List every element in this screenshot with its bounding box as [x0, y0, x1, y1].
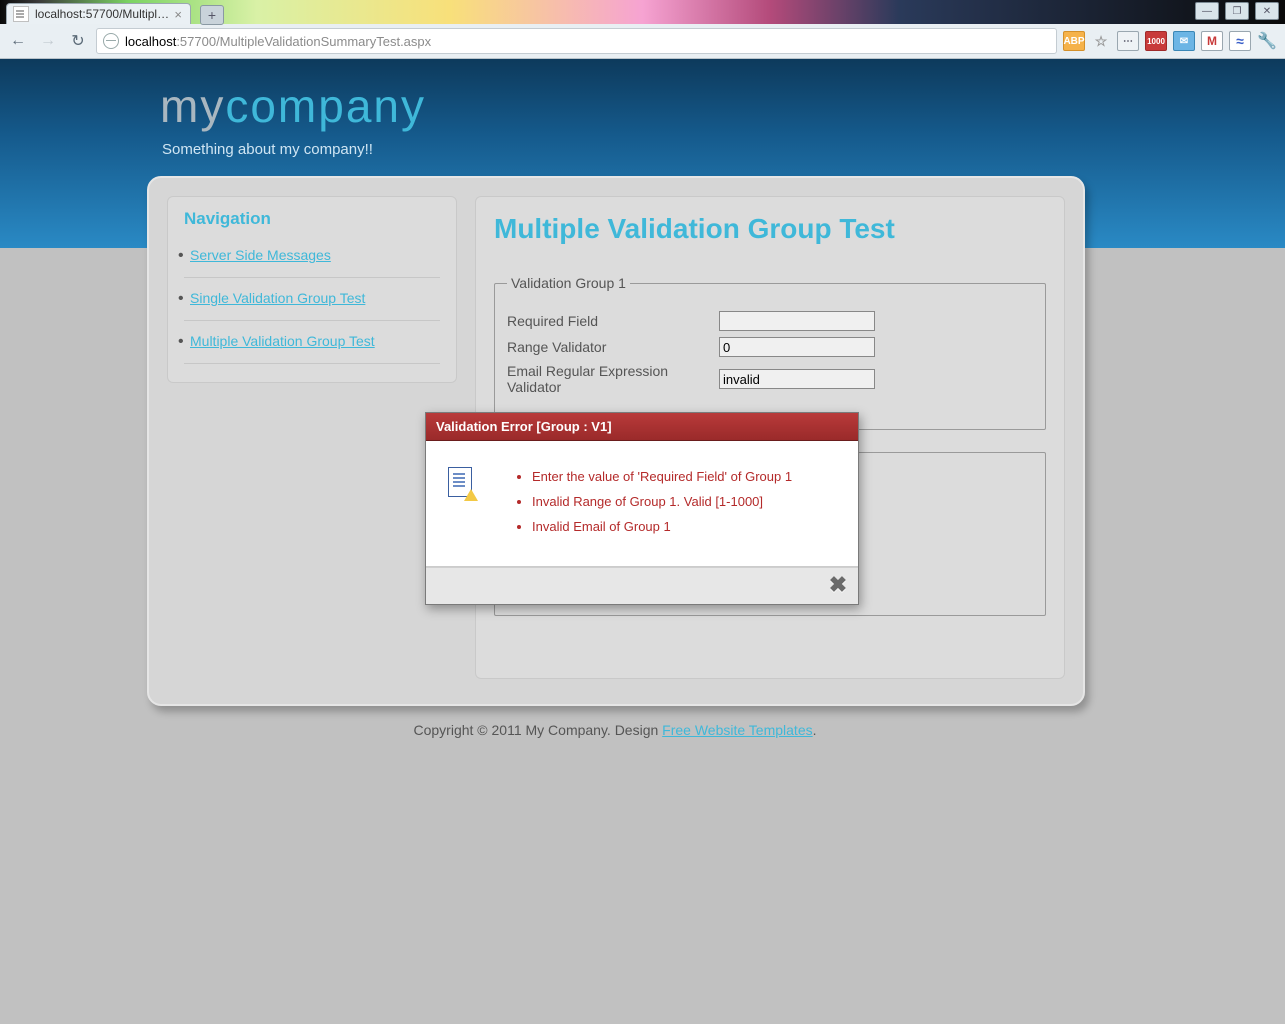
- dialog-footer: ✖: [426, 567, 858, 604]
- footer-text: Copyright © 2011 My Company. Design: [413, 722, 662, 738]
- browser-toolbar: ← → ↻ localhost:57700/MultipleValidation…: [0, 24, 1285, 59]
- new-tab-button[interactable]: +: [200, 5, 224, 25]
- feed-count-icon[interactable]: 1000: [1145, 31, 1167, 51]
- range-validator-input[interactable]: [719, 337, 875, 357]
- dialog-error-list: Enter the value of 'Required Field' of G…: [514, 459, 792, 544]
- group1-legend: Validation Group 1: [507, 275, 630, 291]
- back-button[interactable]: ←: [6, 29, 30, 53]
- dialog-title: Validation Error [Group : V1]: [426, 413, 858, 441]
- tab-close-icon[interactable]: ×: [172, 7, 184, 22]
- sidebar-link-single-group[interactable]: Single Validation Group Test: [190, 290, 365, 306]
- mail-extension-icon[interactable]: ✉: [1173, 31, 1195, 51]
- url-host: localhost: [125, 34, 176, 49]
- sidebar-item: Multiple Validation Group Test: [184, 321, 440, 364]
- required-field-input[interactable]: [719, 311, 875, 331]
- wrench-menu-icon[interactable]: 🔧: [1257, 32, 1277, 50]
- sidebar-link-server-side[interactable]: Server Side Messages: [190, 247, 331, 263]
- brand-part2: company: [225, 80, 426, 132]
- brand-part1: my: [160, 80, 225, 132]
- sidebar-item: Single Validation Group Test: [184, 278, 440, 321]
- dialog-close-button[interactable]: ✖: [826, 573, 850, 597]
- validation-group-1: Validation Group 1 Required Field Range …: [494, 275, 1046, 430]
- extension-icon[interactable]: ⋯: [1117, 31, 1139, 51]
- page-footer: Copyright © 2011 My Company. Design Free…: [0, 722, 1230, 738]
- required-field-label: Required Field: [507, 313, 719, 329]
- brand-tagline: Something about my company!!: [162, 141, 373, 158]
- reload-button[interactable]: ↻: [66, 29, 90, 53]
- dialog-error-item: Invalid Email of Group 1: [532, 519, 792, 534]
- window-controls: — ❐ ✕: [1195, 2, 1279, 20]
- address-bar[interactable]: localhost:57700/MultipleValidationSummar…: [96, 28, 1057, 54]
- dialog-error-item: Invalid Range of Group 1. Valid [1-1000]: [532, 494, 792, 509]
- window-minimize-button[interactable]: —: [1195, 2, 1219, 20]
- bookmark-star-icon[interactable]: ☆: [1091, 32, 1111, 50]
- wave-extension-icon[interactable]: ≈: [1229, 31, 1251, 51]
- range-validator-label: Range Validator: [507, 339, 719, 355]
- extension-area: ABP ☆ ⋯ 1000 ✉ M ≈ 🔧: [1063, 31, 1279, 51]
- url-path: :57700/MultipleValidationSummaryTest.asp…: [176, 34, 431, 49]
- email-validator-input[interactable]: [719, 369, 875, 389]
- page-title: Multiple Validation Group Test: [494, 213, 1046, 245]
- gmail-extension-icon[interactable]: M: [1201, 31, 1223, 51]
- abp-extension-icon[interactable]: ABP: [1063, 31, 1085, 51]
- window-close-button[interactable]: ✕: [1255, 2, 1279, 20]
- tab-title: localhost:57700/MultipleVal...: [35, 7, 172, 21]
- footer-suffix: .: [813, 722, 817, 738]
- page-favicon-icon: [13, 6, 29, 22]
- window-tab-strip: localhost:57700/MultipleVal... × + — ❐ ✕: [0, 0, 1285, 24]
- validation-error-icon: [448, 467, 474, 497]
- sidebar-item: Server Side Messages: [184, 235, 440, 278]
- email-validator-label: Email Regular Expression Validator: [507, 363, 719, 395]
- sidebar-title: Navigation: [184, 209, 440, 229]
- window-maximize-button[interactable]: ❐: [1225, 2, 1249, 20]
- forward-button[interactable]: →: [36, 29, 60, 53]
- sidebar-link-multiple-group[interactable]: Multiple Validation Group Test: [190, 333, 375, 349]
- globe-icon: [103, 33, 119, 49]
- dialog-error-item: Enter the value of 'Required Field' of G…: [532, 469, 792, 484]
- footer-link[interactable]: Free Website Templates: [662, 722, 812, 738]
- sidebar: Navigation Server Side Messages Single V…: [167, 196, 457, 383]
- browser-tab[interactable]: localhost:57700/MultipleVal... ×: [6, 3, 191, 24]
- validation-error-dialog: Validation Error [Group : V1] Enter the …: [425, 412, 859, 605]
- brand-logo: mycompany: [160, 79, 426, 133]
